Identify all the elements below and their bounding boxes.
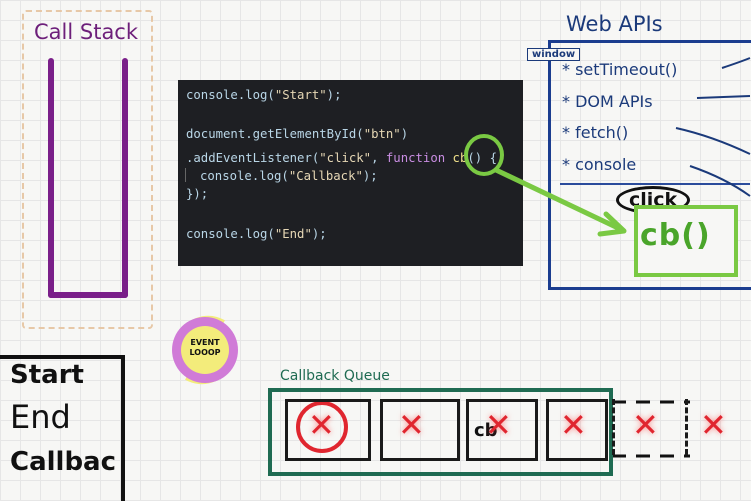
event-loop-label: EVENT LOOOP — [189, 338, 221, 357]
cross-mark-icon: ✕ — [560, 406, 587, 444]
callback-label: cb() — [640, 218, 711, 253]
fetch-leader-line — [675, 127, 751, 155]
cross-mark-icon: ✕ — [485, 406, 512, 444]
cross-mark-icon: ✕ — [700, 406, 727, 444]
callback-queue-title: Callback Queue — [280, 368, 390, 384]
dom-apis-leader-line — [696, 95, 751, 99]
console-output-line: Callbac — [10, 447, 117, 477]
settimeout-leader-line — [721, 57, 751, 69]
console-output-line: End — [10, 398, 71, 436]
cross-mark-icon: ✕ — [308, 406, 335, 444]
cross-mark-icon: ✕ — [632, 406, 659, 444]
console-output-line: Start — [10, 360, 84, 390]
cb-arrow-line — [493, 167, 621, 231]
cross-mark-icon: ✕ — [398, 406, 425, 444]
console-leader-line — [689, 165, 751, 197]
